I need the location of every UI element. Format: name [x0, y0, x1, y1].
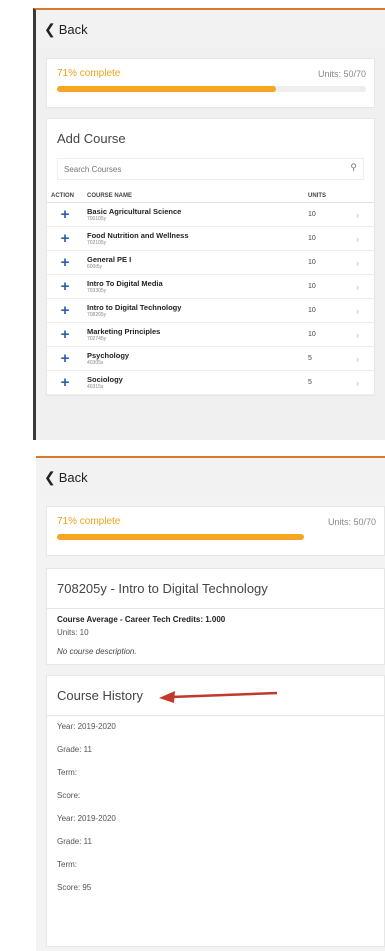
course-code: 40315s: [87, 384, 104, 390]
add-button[interactable]: +: [47, 250, 83, 275]
progress-card: 71% complete Units: 50/70: [46, 506, 385, 556]
search-box: ⚲: [57, 158, 364, 180]
history-item: Year: 2019-2020: [57, 814, 116, 823]
progress-percent: 71% complete: [57, 516, 121, 527]
table-row[interactable]: + General PE I 600t5y 10 ›: [47, 250, 374, 275]
back-button[interactable]: ❮ Back: [44, 21, 88, 38]
history-item: Grade: 11: [57, 745, 92, 754]
col-units: UNITS: [304, 190, 352, 203]
course-name: Basic Agricultural Science: [87, 207, 182, 216]
add-button[interactable]: +: [47, 298, 83, 323]
table-row[interactable]: + Marketing Principles 702745y 10 ›: [47, 322, 374, 347]
course-units: 10: [304, 322, 352, 347]
course-table: ACTION COURSE NAME UNITS + Basic Agricul…: [47, 190, 374, 395]
add-button[interactable]: +: [47, 226, 83, 251]
history-item: Year: 2019-2020: [57, 722, 116, 731]
history-item: Score: 95: [57, 883, 92, 892]
back-bar: ❮ Back: [36, 10, 385, 48]
course-info-card: Course Average - Career Tech Credits: 1.…: [46, 609, 385, 665]
chevron-right-icon[interactable]: ›: [352, 250, 374, 275]
progress-track: [57, 534, 304, 540]
chevron-left-icon: ❮: [44, 468, 56, 485]
course-units: 10: [304, 298, 352, 323]
course-code: 700105y: [87, 216, 107, 222]
history-item: Term:: [57, 768, 77, 777]
section-title: Add Course: [57, 131, 126, 146]
chevron-left-icon: ❮: [44, 20, 56, 37]
course-units: 5: [304, 370, 352, 395]
course-name: Food Nutrition and Wellness: [87, 231, 189, 240]
table-row[interactable]: + Basic Agricultural Science 700105y 10 ›: [47, 202, 374, 227]
history-item: Grade: 11: [57, 837, 92, 846]
course-history-card: Course History: [46, 675, 385, 716]
course-code: 702105y: [87, 240, 107, 246]
chevron-right-icon[interactable]: ›: [352, 202, 374, 227]
red-arrow-annotation: [159, 691, 278, 703]
back-button[interactable]: ❮ Back: [44, 469, 88, 486]
col-action: ACTION: [47, 190, 83, 203]
course-code: 708205y: [87, 312, 107, 318]
course-units: Units: 10: [57, 628, 89, 637]
table-row[interactable]: + Food Nutrition and Wellness 702105y 10 …: [47, 226, 374, 251]
col-course-name: COURSE NAME: [83, 190, 304, 203]
table-row[interactable]: + Intro to Digital Technology 708205y 10 …: [47, 298, 374, 323]
add-button[interactable]: +: [47, 274, 83, 299]
add-button[interactable]: +: [47, 202, 83, 227]
course-units: 10: [304, 202, 352, 227]
course-name: Intro To Digital Media: [87, 279, 163, 288]
course-code: 703305y: [87, 288, 107, 294]
progress-fill: [57, 534, 304, 540]
course-name: General PE I: [87, 255, 132, 264]
back-bar: ❮ Back: [36, 458, 385, 496]
table-row[interactable]: + Intro To Digital Media 703305y 10 ›: [47, 274, 374, 299]
add-button[interactable]: +: [47, 370, 83, 395]
progress-fill: [57, 86, 277, 92]
chevron-right-icon[interactable]: ›: [352, 346, 374, 371]
table-row[interactable]: + Sociology 40315s 5 ›: [47, 370, 374, 395]
chevron-right-icon[interactable]: ›: [352, 274, 374, 299]
course-name: Sociology: [87, 375, 123, 384]
add-course-card: Add Course ⚲ ACTION COURSE NAME UNITS + …: [46, 118, 375, 396]
progress-track: [57, 86, 366, 92]
course-history-header: Course History: [47, 676, 384, 715]
course-history-title: Course History: [57, 688, 143, 703]
course-code: 702745y: [87, 336, 107, 342]
course-units: 10: [304, 250, 352, 275]
chevron-right-icon[interactable]: ›: [352, 226, 374, 251]
course-name: Psychology: [87, 351, 130, 360]
course-code: 40305s: [87, 360, 104, 366]
course-description: No course description.: [57, 647, 137, 656]
course-code: 600t5y: [87, 264, 103, 270]
history-item: Score:: [57, 791, 81, 800]
table-row[interactable]: + Psychology 40305s 5 ›: [47, 346, 374, 371]
course-average: Course Average - Career Tech Credits: 1.…: [57, 615, 226, 624]
chevron-right-icon[interactable]: ›: [352, 370, 374, 395]
history-list: Year: 2019-2020 Grade: 11 Term: Score: Y…: [46, 716, 385, 947]
course-units: 5: [304, 346, 352, 371]
course-units: 10: [304, 274, 352, 299]
course-detail-card: 708205y - Intro to Digital Technology: [46, 568, 385, 609]
chevron-right-icon[interactable]: ›: [352, 322, 374, 347]
units-total: Units: 50/70: [317, 69, 366, 79]
course-detail-screen: ❮ Back 71% complete Units: 50/70 708205y …: [36, 456, 385, 951]
course-name: Marketing Principles: [87, 327, 161, 336]
course-name: Intro to Digital Technology: [87, 303, 182, 312]
chevron-right-icon[interactable]: ›: [352, 298, 374, 323]
course-units: 10: [304, 226, 352, 251]
course-title: 708205y - Intro to Digital Technology: [57, 581, 268, 596]
add-course-screen: ❮ Back 71% complete Units: 50/70 Add Cour…: [33, 8, 385, 440]
units-total: Units: 50/70: [327, 517, 376, 527]
progress-card: 71% complete Units: 50/70: [46, 58, 375, 108]
table-header-row: ACTION COURSE NAME UNITS: [47, 190, 374, 203]
add-button[interactable]: +: [47, 322, 83, 347]
progress-percent: 71% complete: [57, 68, 121, 79]
add-button[interactable]: +: [47, 346, 83, 371]
history-item: Term:: [57, 860, 77, 869]
search-icon[interactable]: ⚲: [350, 162, 357, 173]
search-input[interactable]: [58, 161, 345, 178]
